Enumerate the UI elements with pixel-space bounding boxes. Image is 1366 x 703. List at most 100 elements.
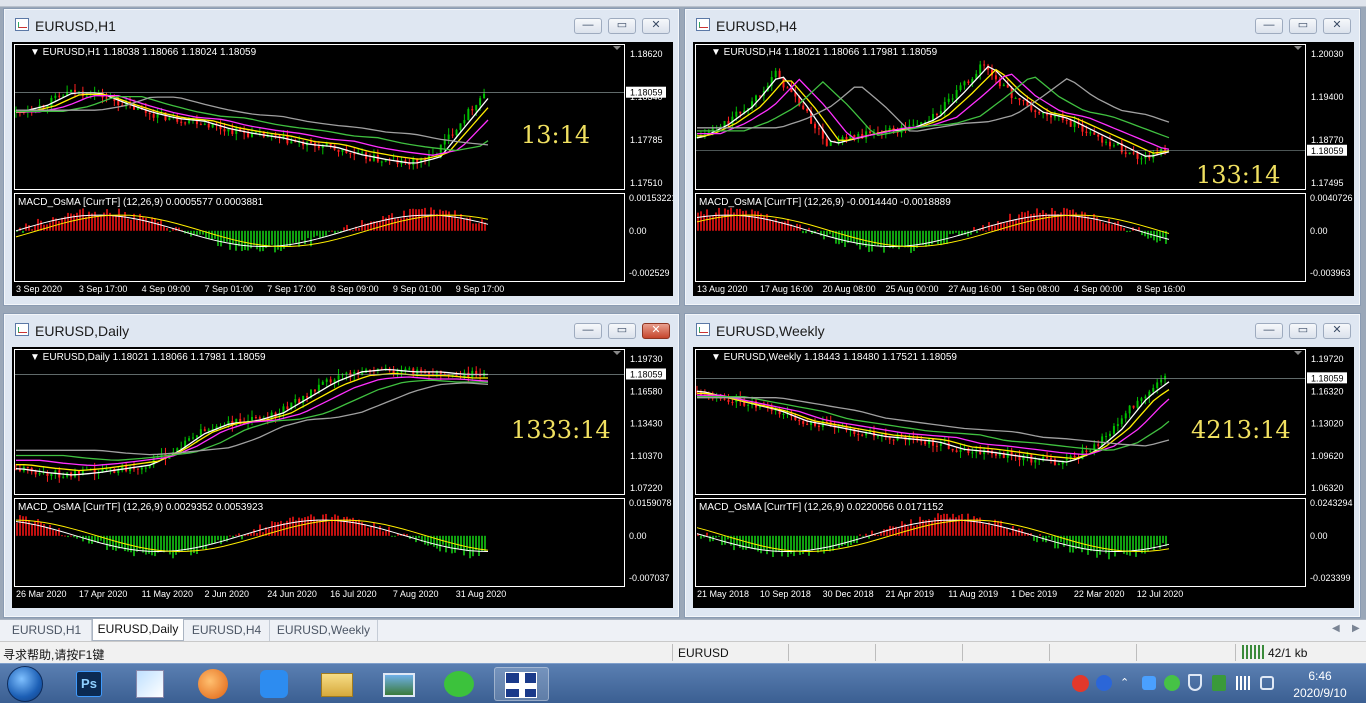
chart-window-icon [15,18,29,31]
browser-taskbar-button[interactable] [186,667,241,701]
close-button[interactable]: ✕ [1323,323,1351,339]
tray-app-icon[interactable] [1142,676,1156,690]
window-titlebar[interactable]: EURUSD,H1 — ▭ ✕ [4,9,679,39]
chart-canvas[interactable]: ▼ EURUSD,Weekly 1.18443 1.18480 1.17521 … [693,347,1354,608]
macd-scale-label: -0.003963 [1310,268,1351,278]
osma-bar [742,535,744,550]
photo-viewer-taskbar-button[interactable] [371,667,426,701]
current-price-label: 1.18059 [1311,373,1344,383]
candle-body [786,87,789,89]
maximize-button[interactable]: ▭ [608,323,636,339]
candle-body [188,120,191,124]
candle-body [1124,413,1127,419]
status-bar: 寻求帮助,请按F1键 EURUSD 42/1 kb [0,641,1366,663]
close-button[interactable]: ✕ [642,18,670,34]
chart-window[interactable]: EURUSD,Daily — ▭ ✕ ▼ EURUSD,Daily 1.1802… [3,313,680,618]
security-icon[interactable] [1212,675,1226,691]
osma-bar [337,230,339,232]
osma-bar [52,529,54,536]
close-button[interactable]: ✕ [642,323,670,339]
osma-bar [1078,215,1080,231]
osma-bar [850,535,852,546]
osma-bar [40,522,42,536]
maximize-button[interactable]: ▭ [1289,323,1317,339]
candle-body [313,389,316,392]
osma-bar [148,222,150,231]
price-tick-label: 1.18620 [630,49,663,59]
osma-bar [736,208,738,231]
candle-body [369,369,371,371]
chart-window[interactable]: EURUSD,H4 — ▭ ✕ ▼ EURUSD,H4 1.18021 1.18… [684,8,1361,306]
explorer-taskbar-button[interactable] [309,667,364,701]
tray-wechat-icon[interactable] [1164,675,1180,691]
minimize-button[interactable]: — [574,18,602,34]
current-price-label: 1.18059 [630,369,663,379]
osma-bar [862,230,864,246]
candle-body [396,371,399,373]
candle-body [806,423,809,425]
clock-date[interactable]: 2020/9/10 [1283,686,1357,700]
bar-countdown-timer: 133:14 [1196,161,1280,189]
osma-bar [439,209,441,231]
shield-icon[interactable] [1188,674,1202,691]
wechat-taskbar-button[interactable] [433,667,488,701]
candle-body [1128,405,1131,414]
osma-bar [241,535,243,540]
chart-window[interactable]: EURUSD,Weekly — ▭ ✕ ▼ EURUSD,Weekly 1.18… [684,313,1361,618]
price-tick-label: 1.13020 [1311,419,1344,429]
osma-bar [1051,207,1053,231]
osma-bar [241,230,243,252]
minimize-button[interactable]: — [1255,323,1283,339]
sogou-icon[interactable] [1072,675,1089,692]
chart-canvas[interactable]: ▼ EURUSD,H1 1.18038 1.18066 1.18024 1.18… [12,42,673,296]
tab-eurusd-weekly[interactable]: EURUSD,Weekly [270,620,378,641]
candle-body [782,413,785,415]
osma-bar [193,230,195,235]
photoshop-taskbar-button[interactable]: Ps [62,667,117,701]
minimize-button[interactable]: — [1255,18,1283,34]
candle-body [845,136,848,140]
volume-muted-icon[interactable] [1260,676,1274,690]
help-icon[interactable] [1096,675,1112,691]
window-titlebar[interactable]: EURUSD,Weekly — ▭ ✕ [685,314,1360,344]
tray-arrow-icon[interactable]: ⌃ [1120,676,1129,689]
tab-scroll-left-icon[interactable]: ◀ [1332,623,1340,634]
candle-body [939,443,942,446]
tab-eurusd-h1[interactable]: EURUSD,H1 [2,620,92,641]
tab-scroll-right-icon[interactable]: ▶ [1352,623,1360,634]
chart-app-taskbar-button[interactable] [124,667,179,701]
osma-bar [199,230,201,235]
network-icon[interactable] [1236,676,1250,690]
candle-body [447,134,450,140]
bar-countdown-timer: 13:14 [521,121,590,149]
maximize-button[interactable]: ▭ [608,18,636,34]
osma-bar [421,208,423,231]
chart-canvas[interactable]: ▼ EURUSD,Daily 1.18021 1.18066 1.17981 1… [12,347,673,608]
osma-bar [724,208,726,231]
tab-eurusd-h4[interactable]: EURUSD,H4 [184,620,270,641]
candle-body [1140,158,1143,160]
close-button[interactable]: ✕ [1323,18,1351,34]
tab-eurusd-daily[interactable]: EURUSD,Daily [92,619,184,641]
window-titlebar[interactable]: EURUSD,Daily — ▭ ✕ [4,314,679,344]
start-button[interactable] [7,666,43,702]
chart-window[interactable]: EURUSD,H1 — ▭ ✕ ▼ EURUSD,H1 1.18038 1.18… [3,8,680,306]
price-tick-label: 1.17785 [630,135,663,145]
notes-taskbar-button[interactable] [248,667,303,701]
candle-body [755,95,757,102]
osma-bar [910,519,912,536]
osma-bar [700,535,702,539]
candle-body [424,372,427,374]
chart-canvas[interactable]: ▼ EURUSD,H4 1.18021 1.18066 1.17981 1.18… [693,42,1354,296]
candle-body [1057,464,1060,466]
clock-time[interactable]: 6:46 [1300,669,1340,683]
metatrader-taskbar-button[interactable] [494,667,549,701]
date-tick-label: 24 Jun 2020 [267,589,317,599]
minimize-button[interactable]: — [574,323,602,339]
window-titlebar[interactable]: EURUSD,H4 — ▭ ✕ [685,9,1360,39]
osma-bar [784,221,786,231]
osma-bar [211,230,213,240]
osma-bar [871,230,873,252]
candle-body [876,435,879,437]
maximize-button[interactable]: ▭ [1289,18,1317,34]
